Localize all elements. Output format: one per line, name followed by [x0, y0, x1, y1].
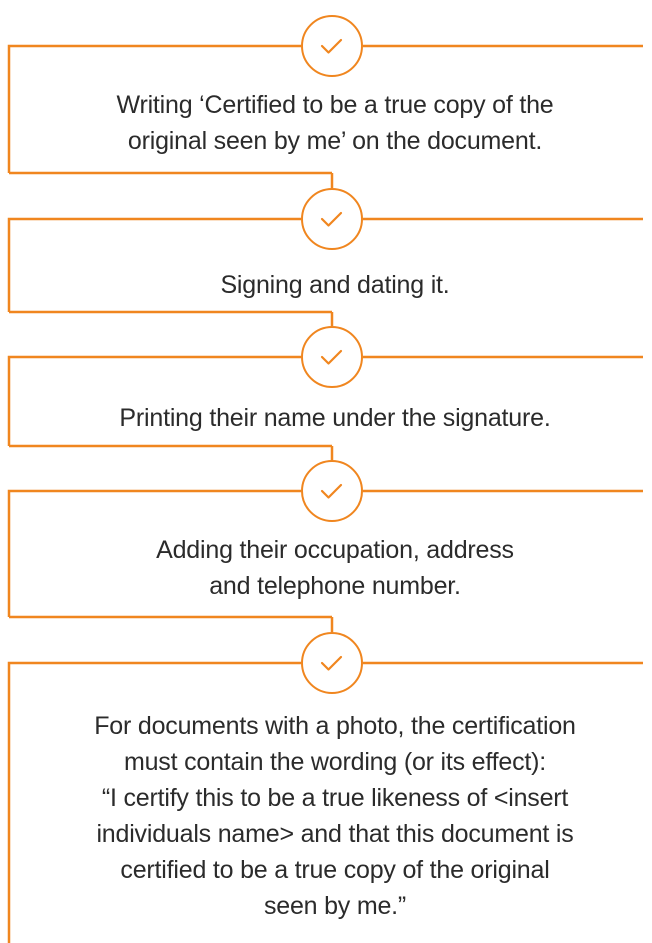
check-icon [320, 38, 343, 54]
step-3-check-badge [301, 326, 363, 388]
step-5-text: For documents with a photo, the certific… [30, 708, 640, 924]
step-1-text: Writing ‘Certified to be a true copy of … [30, 87, 640, 159]
step-3-text: Printing their name under the signature. [30, 400, 640, 436]
step-4-line-2: and telephone number. [209, 572, 461, 600]
step-5-line-6: seen by me.” [263, 892, 407, 920]
check-icon [320, 483, 343, 499]
step-5-line-1: For documents with a photo, the certific… [94, 712, 576, 740]
step-2-text: Signing and dating it. [30, 267, 640, 303]
step-5-line-4: individuals name> and that this document… [96, 820, 574, 848]
step-1-line-1: Writing ‘Certified to be a true copy of … [116, 91, 554, 119]
step-5-line-2: must contain the wording (or its effect)… [123, 748, 547, 776]
check-icon [320, 655, 343, 671]
step-1-line-2: original seen by me’ on the document. [127, 127, 543, 155]
step-2-check-badge [301, 188, 363, 250]
step-5-check-badge [301, 632, 363, 694]
step-1-check-badge [301, 15, 363, 77]
step-4-line-1: Adding their occupation, address [156, 536, 514, 564]
step-3-line-1: Printing their name under the signature. [119, 404, 551, 432]
step-4-check-badge [301, 460, 363, 522]
step-5-line-5: certified to be a true copy of the origi… [120, 856, 550, 884]
check-icon [320, 349, 343, 365]
check-icon [320, 211, 343, 227]
step-4-text: Adding their occupation, address and tel… [30, 532, 640, 604]
step-2-line-1: Signing and dating it. [220, 271, 450, 299]
step-5-line-3: “I certify this to be a true likeness of… [101, 784, 569, 812]
